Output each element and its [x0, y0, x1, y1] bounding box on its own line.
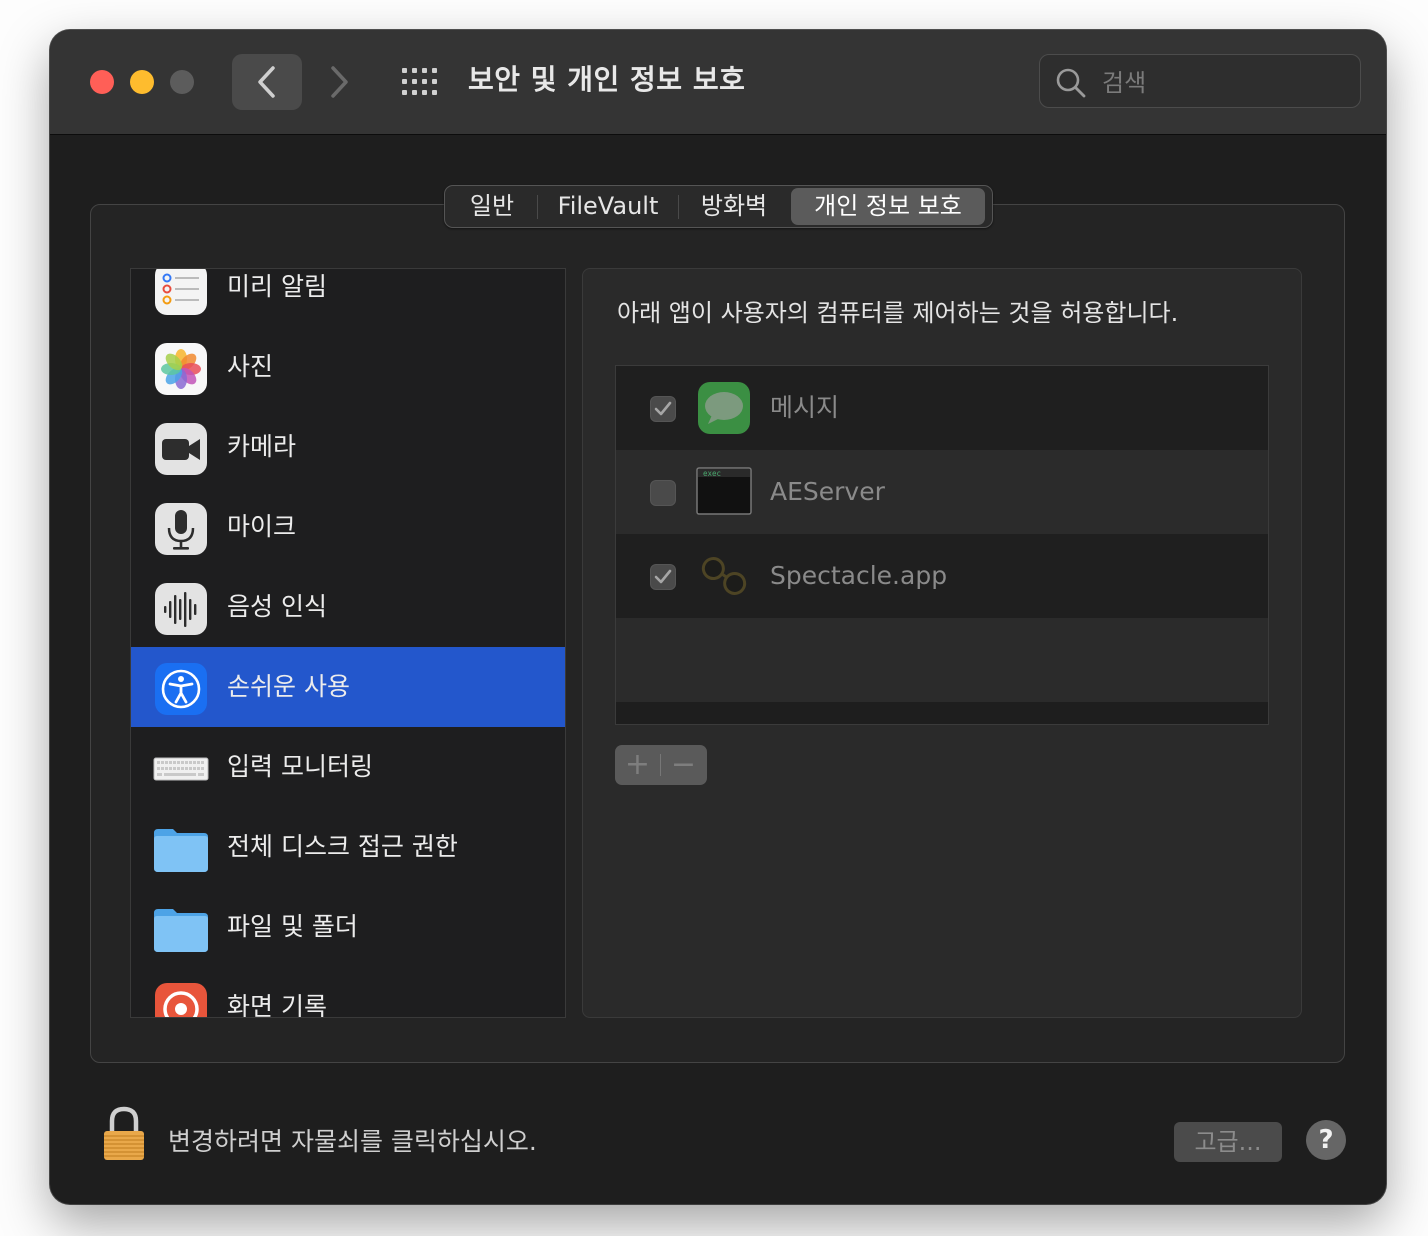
- lock-instruction-text: 변경하려면 자물쇠를 클릭하십시오.: [168, 1127, 537, 1156]
- sidebar-item-label: 미리 알림: [227, 272, 327, 301]
- search-icon: [1056, 68, 1086, 98]
- app-checkbox[interactable]: [650, 480, 676, 506]
- accessibility-icon: [155, 663, 207, 715]
- sidebar-item-photos[interactable]: 사진: [131, 327, 565, 407]
- messages-icon: [698, 382, 750, 434]
- sidebar-item-input-monitoring[interactable]: 입력 모니터링: [131, 727, 565, 807]
- add-remove-control: + −: [615, 745, 707, 785]
- sidebar-item-label: 입력 모니터링: [227, 752, 373, 781]
- exec-icon-text: exec: [703, 469, 721, 478]
- spectacle-icon: [701, 557, 747, 595]
- screen-recording-icon: [155, 983, 207, 1017]
- tab-bar: 일반 FileVault 방화벽 개인 정보 보호: [444, 185, 993, 228]
- app-row-spectacle[interactable]: Spectacle.app: [616, 534, 1268, 618]
- advanced-button[interactable]: 고급...: [1174, 1122, 1282, 1162]
- add-app-button[interactable]: +: [615, 745, 660, 785]
- tab-filevault[interactable]: FileVault: [538, 188, 678, 225]
- speech-recognition-icon: [155, 583, 207, 635]
- app-list[interactable]: 메시지 exec AEServer Spectacle.app: [615, 365, 1269, 725]
- sidebar-item-label: 손쉬운 사용: [227, 672, 350, 701]
- minimize-button[interactable]: [130, 70, 154, 94]
- app-name: Spectacle.app: [770, 561, 948, 590]
- lock-icon[interactable]: [102, 1106, 146, 1162]
- window-title: 보안 및 개인 정보 보호: [468, 63, 746, 96]
- close-button[interactable]: [90, 70, 114, 94]
- sidebar-item-full-disk-access[interactable]: 전체 디스크 접근 권한: [131, 807, 565, 887]
- pane-description: 아래 앱이 사용자의 컴퓨터를 제어하는 것을 허용합니다.: [617, 299, 1179, 327]
- sidebar-item-screen-recording[interactable]: 화면 기록: [131, 967, 565, 1018]
- sidebar-item-speech-recognition[interactable]: 음성 인식: [131, 567, 565, 647]
- search-input[interactable]: [1100, 63, 1344, 103]
- camera-icon: [155, 423, 207, 475]
- search-field[interactable]: [1039, 54, 1361, 108]
- app-name: AEServer: [770, 477, 885, 506]
- sidebar-item-label: 파일 및 폴더: [227, 912, 358, 941]
- tab-firewall[interactable]: 방화벽: [679, 188, 789, 225]
- zoom-button[interactable]: [170, 70, 194, 94]
- forward-button[interactable]: [304, 54, 374, 110]
- tab-general[interactable]: 일반: [447, 188, 537, 225]
- table-footer: [616, 702, 1268, 724]
- folder-icon: [154, 909, 208, 952]
- remove-app-button[interactable]: −: [661, 745, 706, 785]
- checkmark-icon: [654, 401, 672, 416]
- app-name: 메시지: [770, 393, 840, 422]
- folder-icon: [154, 829, 208, 872]
- terminal-exec-icon: exec: [696, 467, 752, 515]
- checkmark-icon: [654, 569, 672, 584]
- sidebar-item-camera[interactable]: 카메라: [131, 407, 565, 487]
- sidebar-item-files-and-folders[interactable]: 파일 및 폴더: [131, 887, 565, 967]
- sidebar-item-label: 전체 디스크 접근 권한: [227, 832, 458, 861]
- reminders-icon: [155, 269, 207, 315]
- sidebar-item-label: 사진: [227, 352, 274, 381]
- sidebar-item-reminders[interactable]: 미리 알림: [131, 269, 565, 327]
- photos-icon: [155, 343, 207, 395]
- keyboard-icon: [153, 757, 209, 781]
- app-row-messages[interactable]: 메시지: [616, 366, 1268, 450]
- app-checkbox[interactable]: [650, 396, 676, 422]
- preferences-window: 보안 및 개인 정보 보호 일반 FileVault 방화벽 개인 정보 보호: [50, 30, 1386, 1204]
- tab-privacy[interactable]: 개인 정보 보호: [791, 188, 985, 225]
- show-all-grid-icon[interactable]: [402, 68, 438, 96]
- sidebar-item-microphone[interactable]: 마이크: [131, 487, 565, 567]
- sidebar-item-label: 음성 인식: [227, 592, 327, 621]
- title-bar: 보안 및 개인 정보 보호: [50, 30, 1386, 135]
- sidebar-item-label: 마이크: [227, 512, 297, 541]
- privacy-category-list[interactable]: 미리 알림 사진 카메라 마이크 음성 인식 손쉬운 사용 입력 모니터링 전체…: [130, 268, 566, 1018]
- chevron-left-icon: [258, 66, 275, 98]
- app-row-aeserver[interactable]: exec AEServer: [616, 450, 1268, 534]
- sidebar-item-label: 카메라: [227, 432, 297, 461]
- help-button[interactable]: ?: [1306, 1120, 1346, 1160]
- accessibility-pane: 아래 앱이 사용자의 컴퓨터를 제어하는 것을 허용합니다. 메시지 exec …: [582, 268, 1302, 1018]
- sidebar-item-accessibility[interactable]: 손쉬운 사용: [131, 647, 565, 727]
- microphone-icon: [155, 503, 207, 555]
- chevron-right-icon: [331, 66, 348, 98]
- app-checkbox[interactable]: [650, 564, 676, 590]
- back-button[interactable]: [232, 54, 302, 110]
- sidebar-item-label: 화면 기록: [227, 992, 327, 1018]
